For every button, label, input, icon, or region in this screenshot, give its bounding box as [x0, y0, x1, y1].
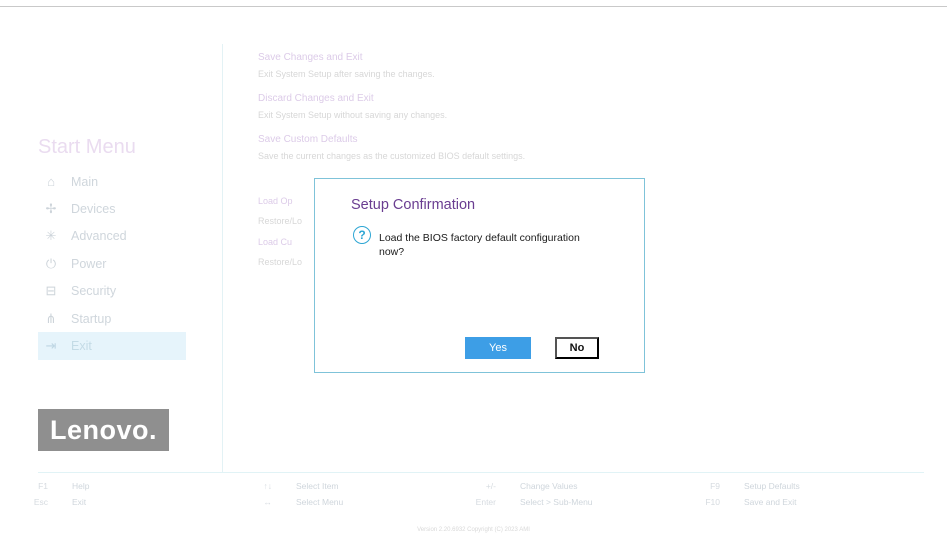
footer-hint-sub-menu: Enter Select > Sub-Menu	[470, 497, 593, 507]
hint-label: Select > Sub-Menu	[520, 497, 593, 507]
option-desc: Exit System Setup after saving the chang…	[258, 69, 435, 79]
question-icon: ?	[353, 226, 371, 244]
key-label: +/-	[485, 481, 496, 491]
hint-label: Exit	[72, 497, 87, 507]
option-title: Save Changes and Exit	[258, 52, 363, 63]
yes-button[interactable]: Yes	[465, 337, 531, 359]
lenovo-logo: Lenovo.	[38, 409, 169, 451]
hint-label: Help	[72, 481, 90, 491]
exit-icon: ⇥	[45, 338, 57, 354]
option-load-custom-title[interactable]: Load Cu	[258, 237, 292, 247]
hint-label: Select Item	[296, 481, 339, 491]
option-save-exit[interactable]: Save Changes and Exit Exit System Setup …	[258, 52, 435, 79]
hint-label: Save and Exit	[744, 497, 797, 507]
sidebar-item-label: Exit	[71, 339, 92, 354]
sidebar-item-main[interactable]: ⌂ Main	[38, 168, 186, 195]
sidebar-item-startup[interactable]: ⋔ Startup	[38, 305, 186, 332]
footer-hint-select-item: ↑↓ Select Item	[246, 481, 339, 491]
sidebar-item-advanced[interactable]: ✳ Advanced	[38, 223, 186, 250]
footer-hint-exit: Esc Exit	[22, 497, 86, 507]
footer-hint-help: F1 Help	[22, 481, 89, 491]
home-icon: ⌂	[47, 174, 55, 190]
sidebar-item-label: Devices	[71, 202, 116, 217]
devices-icon: ✢	[45, 201, 57, 217]
footer-hint-select-menu: ↔ Select Menu	[246, 497, 344, 507]
sidebar-nav: ⌂ Main ✢ Devices ✳ Advanced ⏻ Power ⊟ Se…	[38, 168, 186, 360]
option-discard-exit[interactable]: Discard Changes and Exit Exit System Set…	[258, 93, 447, 120]
option-load-optimal-desc: Restore/Lo	[258, 216, 303, 226]
key-label: Esc	[33, 497, 48, 507]
hint-label: Change Values	[520, 481, 578, 491]
version-text: Version 2.20.6932 Copyright (C) 2023 AMI	[417, 527, 530, 533]
sidebar-item-power[interactable]: ⏻ Power	[38, 250, 186, 277]
option-load-optimal-title[interactable]: Load Op	[258, 196, 293, 206]
sidebar-item-label: Power	[71, 256, 107, 271]
hint-label: Select Menu	[296, 497, 344, 507]
top-divider	[0, 6, 947, 7]
startup-icon: ⋔	[45, 310, 57, 326]
dialog-message: Load the BIOS factory default configurat…	[379, 232, 580, 258]
sidebar-item-label: Main	[71, 174, 99, 189]
security-icon: ⊟	[45, 283, 57, 299]
key-label: Enter	[475, 497, 496, 507]
option-desc: Save the current changes as the customiz…	[258, 151, 526, 161]
option-save-custom-defaults[interactable]: Save Custom Defaults Save the current ch…	[258, 134, 525, 161]
key-label: F9	[710, 481, 720, 491]
sidebar-divider	[222, 44, 223, 472]
footer-hint-setup-defaults: F9 Setup Defaults	[694, 481, 800, 491]
footer-hint-change-values: +/- Change Values	[470, 481, 578, 491]
sidebar-item-label: Startup	[71, 311, 112, 326]
key-label: ↑↓	[263, 481, 273, 491]
advanced-icon: ✳	[45, 228, 57, 244]
start-menu-title: Start Menu	[38, 136, 136, 158]
sidebar-item-label: Security	[71, 284, 117, 299]
option-title: Save Custom Defaults	[258, 134, 358, 145]
footer-divider	[38, 472, 924, 473]
setup-confirmation-dialog: Setup Confirmation ? Load the BIOS facto…	[314, 178, 645, 373]
sidebar-item-devices[interactable]: ✢ Devices	[38, 195, 186, 222]
key-label: ↔	[263, 497, 273, 507]
footer-hint-save-exit: F10 Save and Exit	[694, 497, 796, 507]
option-load-custom-desc: Restore/Lo	[258, 257, 303, 267]
hint-label: Setup Defaults	[744, 481, 800, 491]
key-label: F10	[705, 497, 720, 507]
sidebar-item-security[interactable]: ⊟ Security	[38, 278, 186, 305]
dialog-title: Setup Confirmation	[351, 197, 476, 213]
option-title: Discard Changes and Exit	[258, 93, 374, 104]
power-icon: ⏻	[45, 255, 57, 271]
no-button[interactable]: No	[555, 337, 599, 359]
key-label: F1	[38, 481, 48, 491]
sidebar-item-exit[interactable]: ⇥ Exit	[38, 332, 186, 360]
sidebar-item-label: Advanced	[71, 229, 127, 244]
option-desc: Exit System Setup without saving any cha…	[258, 110, 448, 120]
